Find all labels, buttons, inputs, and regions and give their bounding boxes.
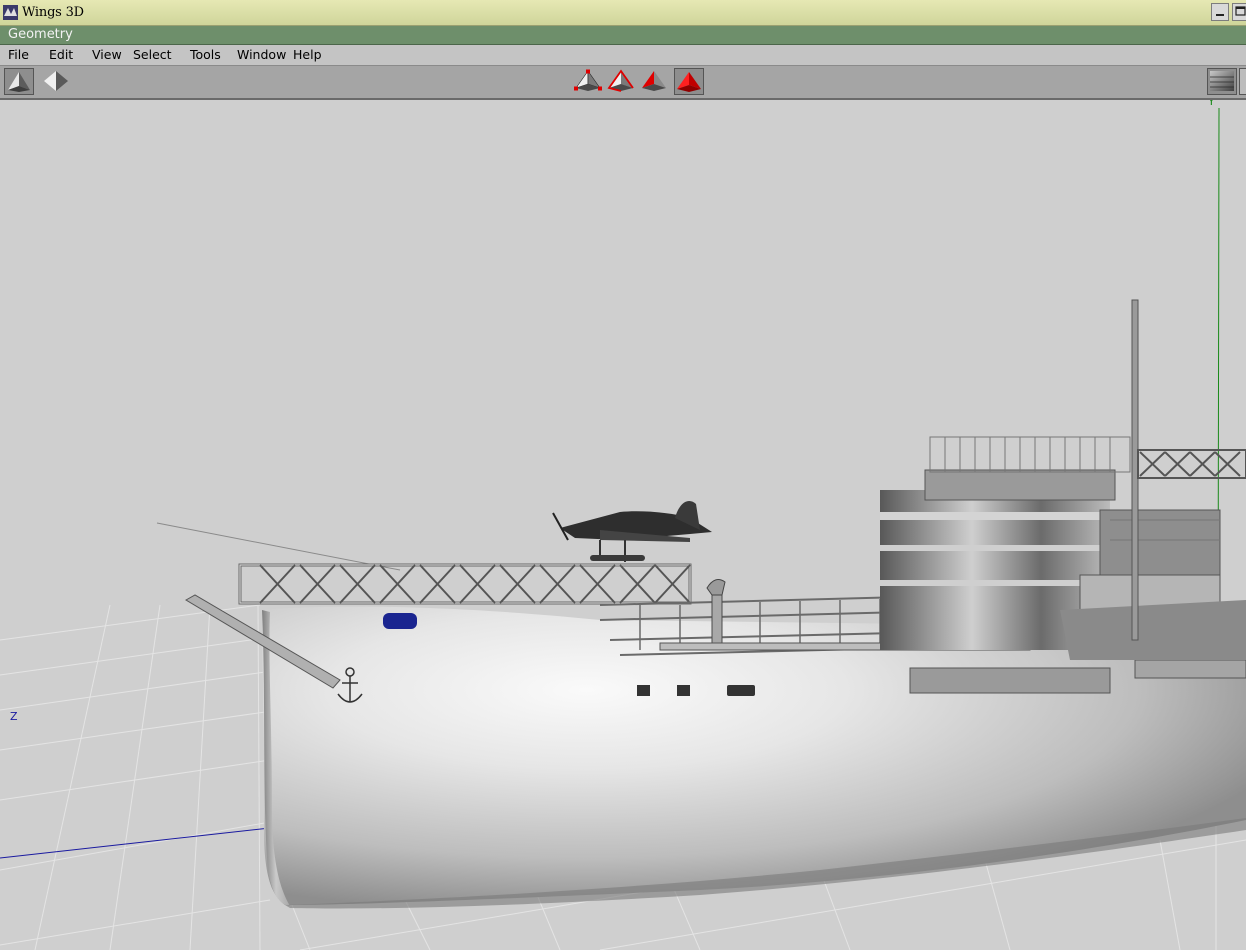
seaplane-model[interactable] (552, 500, 712, 562)
toolbar (0, 66, 1246, 100)
orthographic-view-button[interactable] (40, 68, 70, 95)
vertex-mode-icon (574, 69, 602, 91)
smooth-shading-button[interactable] (1207, 68, 1237, 95)
deck-edge (1134, 659, 1246, 679)
minimize-icon (1216, 14, 1224, 16)
forestay-line (156, 522, 401, 571)
geometry-window-bar[interactable]: Geometry (0, 26, 1246, 45)
smooth-shading-icon (1210, 71, 1234, 91)
perspective-pyramid-icon (8, 72, 30, 92)
face-select-mode-button[interactable] (639, 68, 669, 95)
bridge-superstructure[interactable] (880, 436, 1246, 660)
menu-tools[interactable]: Tools (190, 47, 221, 62)
body-mode-icon (677, 72, 701, 92)
upper-truss (1137, 449, 1246, 479)
body-select-mode-button[interactable] (674, 68, 704, 95)
geometry-viewport[interactable]: Y Z (0, 100, 1246, 950)
menu-edit[interactable]: Edit (49, 47, 73, 62)
orthographic-diamond-icon (44, 71, 68, 91)
scene-canvas[interactable] (0, 100, 1246, 950)
deck-edge (909, 667, 1111, 694)
deck-truss (238, 563, 692, 605)
edge-select-mode-button[interactable] (606, 68, 636, 95)
geometry-window-title: Geometry (8, 27, 73, 42)
maximize-button[interactable] (1232, 3, 1246, 21)
porthole (677, 685, 690, 696)
blue-hawse-marker (383, 613, 417, 629)
menu-file[interactable]: File (8, 47, 29, 62)
porthole (637, 685, 650, 696)
menu-window[interactable]: Window (237, 47, 286, 62)
edge-mode-icon (607, 69, 634, 92)
y-axis-label: Y (1208, 100, 1215, 108)
menu-help[interactable]: Help (293, 47, 322, 62)
ventilator-cowl (706, 579, 726, 596)
z-axis-line (0, 827, 271, 859)
porthole (727, 685, 755, 696)
maximize-icon (1235, 6, 1246, 16)
wireframe-button[interactable] (1239, 68, 1246, 95)
perspective-view-button[interactable] (4, 68, 34, 95)
menu-select[interactable]: Select (133, 47, 172, 62)
face-mode-icon (642, 71, 666, 91)
menu-view[interactable]: View (92, 47, 122, 62)
menu-bar: File Edit View Select Tools Window Help (0, 45, 1246, 66)
window-title: Wings 3D (22, 5, 84, 20)
wings-app-icon (3, 5, 18, 20)
minimize-button[interactable] (1211, 3, 1229, 21)
z-axis-label: Z (10, 710, 18, 723)
ventilator-pipe (711, 587, 723, 651)
title-bar: Wings 3D (0, 0, 1246, 26)
vertex-select-mode-button[interactable] (573, 68, 603, 95)
